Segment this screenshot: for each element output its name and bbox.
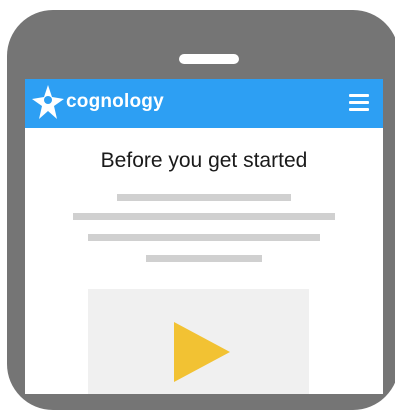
placeholder-line bbox=[73, 213, 335, 220]
play-icon[interactable] bbox=[174, 322, 230, 382]
phone-screen: cognology Before you get started bbox=[25, 79, 383, 394]
page-title: Before you get started bbox=[100, 149, 308, 172]
placeholder-line bbox=[117, 194, 291, 201]
placeholder-line bbox=[88, 234, 320, 241]
hamburger-menu-icon[interactable] bbox=[349, 94, 369, 111]
placeholder-line bbox=[146, 255, 262, 262]
phone-speaker bbox=[179, 54, 239, 64]
video-player[interactable] bbox=[88, 289, 309, 394]
app-header: cognology bbox=[25, 79, 383, 128]
brand-name: cognology bbox=[66, 91, 164, 112]
logo-icon bbox=[32, 85, 64, 119]
